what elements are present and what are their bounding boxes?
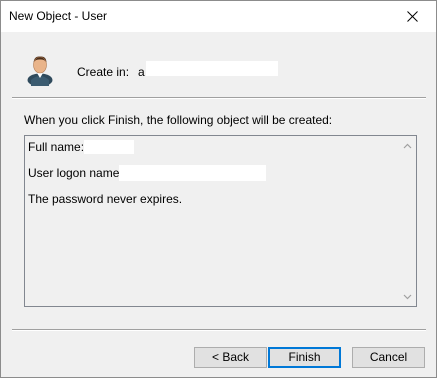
summary-textbox[interactable]: Full name: s User logon name: s The pass… (24, 135, 417, 307)
create-in-label: Create in: (77, 65, 130, 79)
redacted-logon-name (119, 165, 266, 181)
finish-button[interactable]: Finish (268, 347, 341, 368)
redacted-path-block (146, 61, 278, 76)
window-title: New Object - User (9, 9, 108, 23)
scroll-down-arrow-icon[interactable] (403, 292, 412, 301)
close-button[interactable] (390, 1, 436, 32)
close-icon (407, 11, 418, 22)
summary-scrollbar[interactable] (399, 136, 416, 306)
logon-name-line: User logon name: s (28, 166, 133, 180)
back-button[interactable]: < Back (194, 347, 267, 368)
new-object-user-dialog: New Object - User Create in: a When you … (0, 0, 437, 378)
title-bar: New Object - User (1, 1, 436, 32)
dialog-header: Create in: a (1, 32, 436, 98)
footer-separator (12, 329, 426, 331)
password-note-line: The password never expires. (28, 192, 183, 206)
scroll-up-arrow-icon[interactable] (403, 142, 412, 151)
user-icon (27, 56, 53, 86)
summary-intro-text: When you click Finish, the following obj… (24, 113, 333, 127)
cancel-button[interactable]: Cancel (352, 347, 425, 368)
redacted-full-name (84, 140, 134, 154)
create-in-path: a (138, 65, 145, 79)
header-separator (12, 97, 426, 99)
